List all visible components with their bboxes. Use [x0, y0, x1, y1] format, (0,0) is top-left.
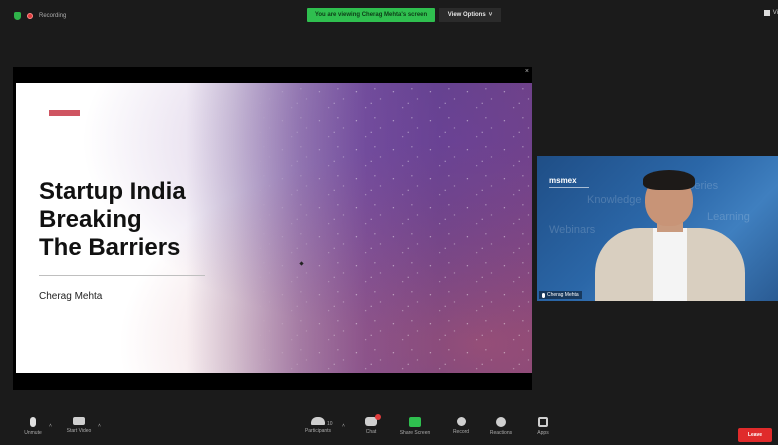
- share-screen-label: Share Screen: [399, 430, 431, 436]
- participants-label: Participants: [304, 428, 332, 434]
- reactions-label: Reactions: [489, 430, 513, 436]
- slide-title-line: Startup India: [39, 178, 186, 205]
- reactions-icon: [496, 417, 506, 427]
- share-screen-icon: [409, 417, 421, 427]
- share-screen-button[interactable]: Share Screen: [392, 417, 438, 443]
- mic-icon: [542, 292, 545, 298]
- participants-icon: [311, 417, 325, 425]
- record-icon: [456, 417, 466, 426]
- unmute-button[interactable]: Unmute: [10, 417, 56, 443]
- recording-label: Recording: [39, 13, 67, 19]
- apps-label: Apps: [537, 430, 549, 436]
- start-video-button[interactable]: Start Video: [56, 417, 102, 443]
- recording-icon: [27, 13, 33, 19]
- unmute-label: Unmute: [24, 430, 42, 436]
- apps-button[interactable]: Apps: [520, 417, 566, 443]
- slide-author: Cherag Mehta: [39, 291, 103, 302]
- start-video-label: Start Video: [66, 428, 92, 434]
- slide-divider: [39, 275, 205, 276]
- meeting-toolbar: Unmute ˄ Start Video ˄ Participants 10 ˄…: [0, 413, 778, 445]
- slide-title-line: The Barriers: [39, 234, 181, 261]
- screen-share-banner: You are viewing Cherag Mehta's screen: [307, 8, 435, 22]
- msmex-logo: msmex: [549, 176, 577, 185]
- chat-button[interactable]: Chat: [348, 414, 394, 443]
- chevron-down-icon: ˅: [488, 12, 493, 18]
- background-word: Webinars: [549, 224, 596, 236]
- chevron-up-icon[interactable]: ˄: [49, 423, 52, 429]
- apps-icon: [538, 417, 548, 427]
- leave-button[interactable]: Leave: [738, 428, 772, 442]
- view-options-label: View Options: [447, 12, 486, 18]
- zoom-meeting-window: Recording You are viewing Cherag Mehta's…: [0, 0, 778, 445]
- presentation-slide: Startup India Breaking The Barriers Cher…: [16, 83, 532, 373]
- microphone-icon: [30, 417, 36, 427]
- video-camera-icon: [73, 417, 85, 425]
- speaker-name: Cherag Mehta: [547, 292, 579, 298]
- view-options-button[interactable]: View Options ˅: [439, 8, 501, 22]
- slide-accent-bar: [49, 110, 80, 116]
- shared-screen[interactable]: × Startup India Breaking The Barriers Ch…: [13, 67, 532, 390]
- close-icon[interactable]: ×: [525, 67, 529, 77]
- slide-title-line: Breaking: [39, 206, 142, 233]
- speaker-video: [595, 166, 745, 301]
- chevron-up-icon[interactable]: ˄: [98, 423, 101, 429]
- speaker-video-tile[interactable]: Knowledge Webinars Learning Series msmex…: [537, 156, 778, 301]
- record-label: Record: [452, 429, 470, 435]
- meeting-status: Recording: [14, 12, 66, 20]
- grid-view-icon: [763, 10, 770, 16]
- logo-underline: [549, 187, 589, 188]
- chat-label: Chat: [365, 429, 377, 435]
- view-switch-label: Vi: [772, 10, 778, 16]
- top-bar: Recording You are viewing Cherag Mehta's…: [0, 0, 778, 30]
- chat-icon: [365, 414, 381, 426]
- speaker-name-tag: Cherag Mehta: [539, 291, 582, 299]
- slide-title: Startup India Breaking The Barriers: [39, 178, 229, 262]
- reactions-button[interactable]: Reactions: [478, 417, 524, 443]
- participants-count: 10: [327, 421, 333, 427]
- notification-badge: [375, 414, 381, 420]
- participants-button[interactable]: Participants: [295, 417, 341, 443]
- chevron-up-icon[interactable]: ˄: [342, 423, 345, 429]
- shield-icon[interactable]: [14, 12, 21, 20]
- view-switch-button[interactable]: Vi: [763, 10, 778, 16]
